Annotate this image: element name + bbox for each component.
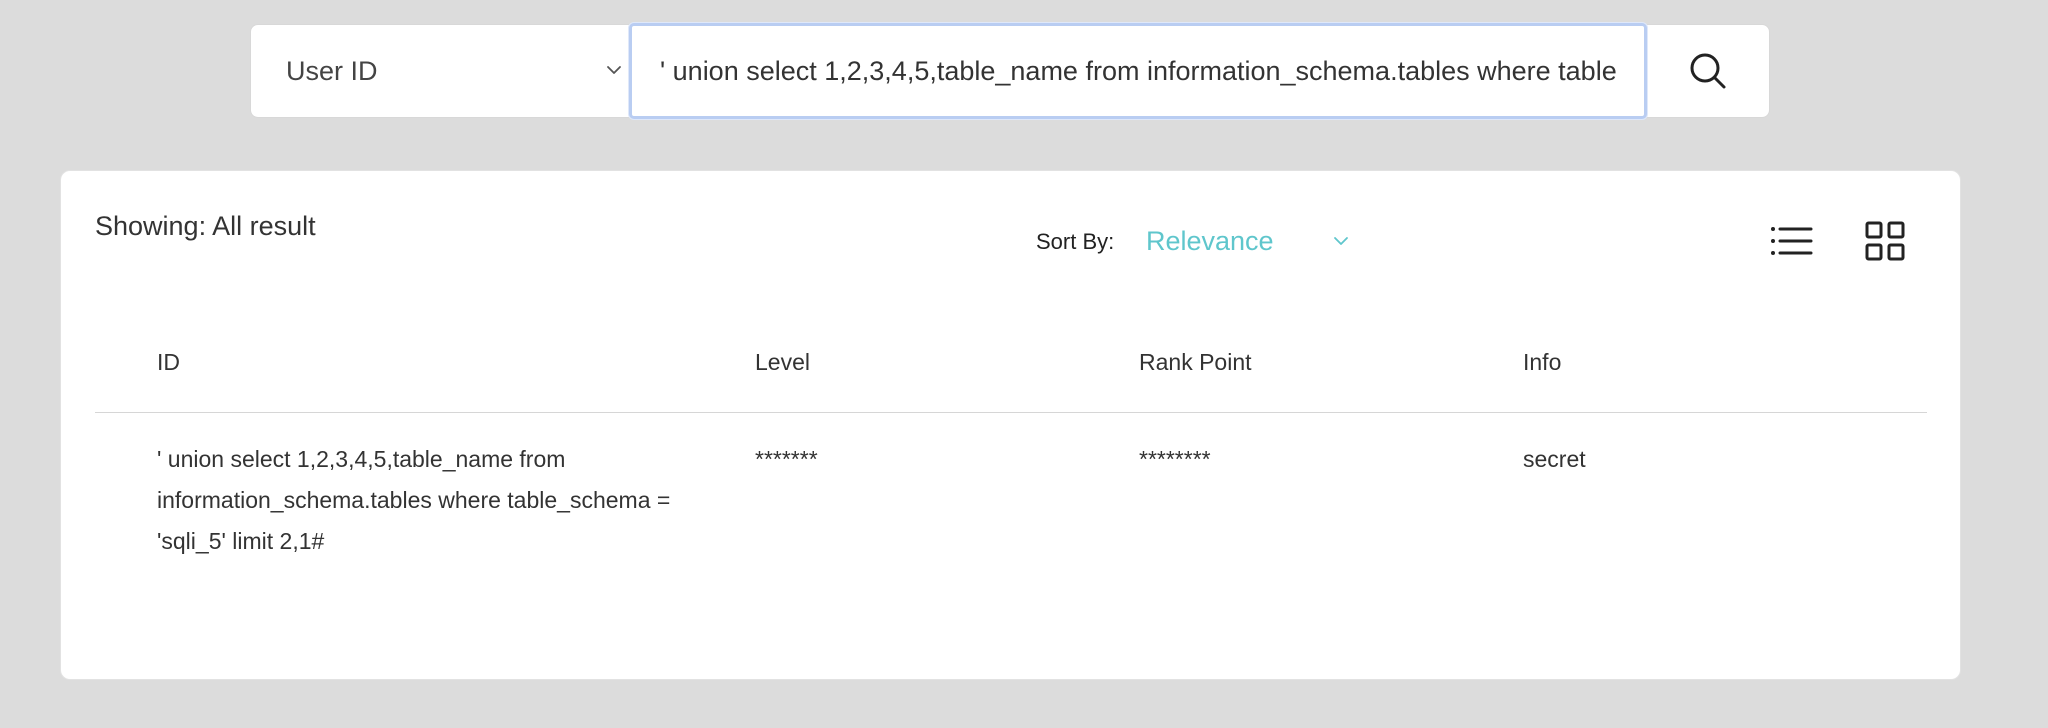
list-view-icon[interactable] <box>1769 221 1813 261</box>
cell-info: secret <box>1523 446 1586 472</box>
sort-by-label: Sort By: <box>1036 229 1115 254</box>
search-field-select[interactable]: User ID <box>251 25 629 117</box>
column-header-info: Info <box>1523 349 1562 375</box>
cell-level: ******* <box>755 446 818 472</box>
showing-label: Showing: All result <box>95 211 316 241</box>
search-input[interactable] <box>632 26 1644 116</box>
sort-by-select[interactable]: Relevance <box>1146 226 1274 257</box>
search-input-wrapper <box>629 23 1647 119</box>
column-header-id: ID <box>157 349 180 375</box>
column-header-rank-point: Rank Point <box>1139 349 1252 375</box>
search-button[interactable] <box>1647 25 1769 117</box>
chevron-down-icon <box>607 66 621 74</box>
grid-view-icon[interactable] <box>1865 221 1905 261</box>
cell-id: ' union select 1,2,3,4,5,table_name from… <box>157 446 671 554</box>
results-table-header: ID Level Rank Point Info <box>95 349 1927 413</box>
results-card: Showing: All result Sort By: Relevance I… <box>60 170 1961 680</box>
search-field-select-value: User ID <box>286 55 378 86</box>
chevron-down-icon[interactable] <box>1331 231 1351 251</box>
search-icon <box>1690 53 1726 89</box>
search-bar: User ID <box>250 23 1770 119</box>
cell-rank-point: ******** <box>1139 446 1211 472</box>
column-header-level: Level <box>755 349 810 375</box>
